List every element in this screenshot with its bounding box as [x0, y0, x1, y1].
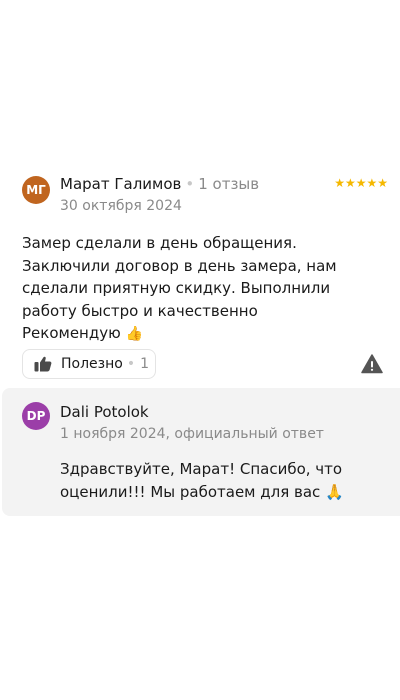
useful-button[interactable]: Полезно • 1 — [22, 349, 156, 379]
answer-text: Здравствуйте, Марат! Спасибо, что оценил… — [60, 458, 380, 504]
review-text: Замер сделали в день обращения. Заключил… — [22, 232, 388, 346]
useful-label: Полезно — [61, 356, 123, 372]
thumbs-up-icon — [34, 356, 52, 372]
pray-emoji: 🙏 — [325, 483, 344, 501]
warning-icon — [361, 354, 383, 374]
separator-dot: • — [126, 356, 136, 372]
review-body: Замер сделали в день обращения. Заключил… — [22, 234, 337, 342]
author-avatar[interactable]: МГ — [22, 176, 50, 204]
separator-dot: • — [185, 175, 195, 193]
official-answer: DP Dali Potolok 1 ноября 2024, официальн… — [2, 388, 400, 516]
thumbs-up-emoji: 👍 — [125, 326, 143, 342]
company-name[interactable]: Dali Potolok — [60, 403, 149, 421]
rating-stars: ★★★★★ — [334, 176, 388, 190]
report-button[interactable] — [361, 353, 383, 375]
useful-count: 1 — [140, 356, 150, 372]
author-name[interactable]: Марат Галимов — [60, 175, 181, 193]
author-line: Марат Галимов • 1 отзыв — [60, 175, 259, 193]
answer-date: 1 ноября 2024, официальный ответ — [60, 426, 324, 442]
answer-body: Здравствуйте, Марат! Спасибо, что оценил… — [60, 460, 343, 501]
review-date: 30 октября 2024 — [60, 198, 182, 214]
review-header: МГ Марат Галимов • 1 отзыв 30 октября 2024… — [22, 174, 388, 220]
author-review-count: 1 отзыв — [198, 175, 260, 193]
company-avatar[interactable]: DP — [22, 402, 50, 430]
